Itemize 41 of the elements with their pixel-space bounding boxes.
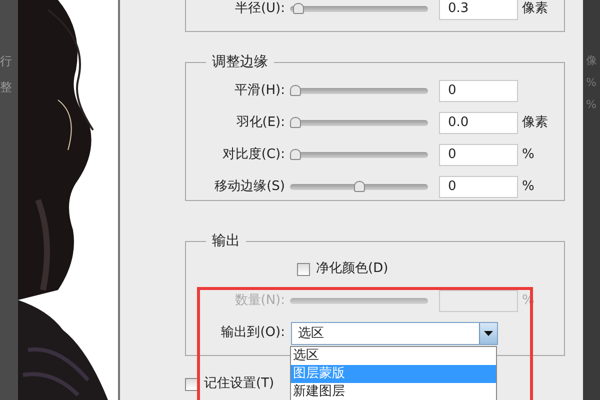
value-field[interactable]: 0: [439, 80, 518, 102]
slider[interactable]: [290, 116, 428, 130]
dropdown-option[interactable]: 新建图层: [291, 383, 496, 400]
slider-thumb[interactable]: [292, 3, 304, 14]
side-text: 行: [0, 53, 13, 70]
unit-label: %: [522, 146, 534, 164]
value-field[interactable]: 0: [439, 176, 518, 198]
field-label: 移动边缘(S): [214, 178, 285, 196]
dropdown-option[interactable]: 选区: [291, 347, 496, 365]
slider[interactable]: [290, 148, 428, 162]
field-label: 对比度(C):: [222, 146, 285, 164]
side-text: %: [586, 75, 598, 91]
value-field[interactable]: 0.0: [439, 112, 518, 134]
field-label: 数量(N):: [234, 292, 285, 310]
side-text: 像: [586, 53, 598, 69]
unit-label: 像素: [522, 114, 548, 132]
field-label: 羽化(E):: [236, 114, 285, 132]
value-field[interactable]: 0.3: [439, 0, 518, 20]
field-label: 输出到(O):: [221, 324, 285, 342]
dropdown[interactable]: 选区: [291, 322, 498, 344]
field-label: 平滑(H):: [234, 82, 285, 100]
slider[interactable]: [290, 84, 428, 98]
field-label: 半径(U):: [234, 0, 285, 18]
group-title: 输出: [211, 234, 241, 248]
slider-thumb[interactable]: [290, 117, 301, 128]
side-text: %: [586, 97, 598, 113]
checkbox[interactable]: [185, 378, 198, 390]
group-title: 调整边缘: [211, 55, 269, 69]
slider-thumb[interactable]: [354, 181, 364, 192]
unit-label: %: [522, 178, 534, 196]
unit-label: 像素: [522, 0, 548, 18]
slider-thumb[interactable]: [290, 149, 301, 160]
caret-icon: [479, 322, 497, 344]
checkbox-label: 记住设置(T): [204, 375, 274, 394]
value-field[interactable]: 0: [439, 144, 518, 166]
slider[interactable]: [290, 2, 428, 16]
checkbox-label: 净化颜色(D): [316, 260, 388, 278]
side-text: 整: [0, 79, 13, 96]
slider-thumb[interactable]: [290, 85, 301, 96]
slider[interactable]: [290, 180, 428, 194]
checkbox[interactable]: [297, 262, 310, 276]
